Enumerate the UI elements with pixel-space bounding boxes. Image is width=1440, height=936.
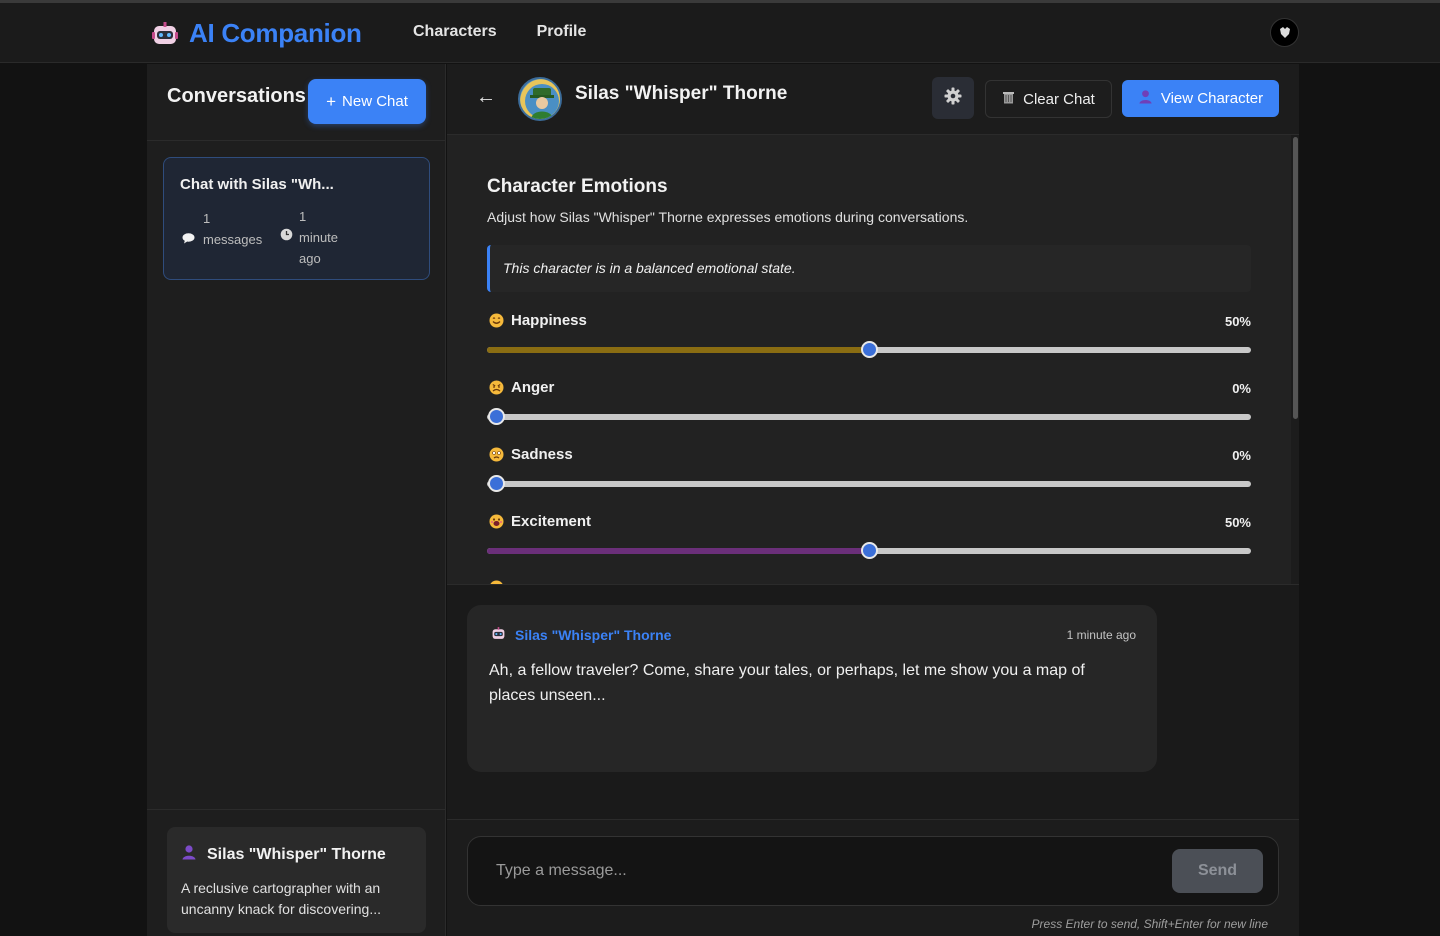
slider-fill (487, 347, 869, 353)
emotions-panel: Character Emotions Adjust how Silas "Whi… (447, 135, 1299, 585)
character-description: A reclusive cartographer with an uncanny… (181, 880, 381, 917)
message-timestamp: 1 minute ago (1066, 628, 1136, 642)
clock-icon (280, 228, 293, 269)
slider-thumb[interactable] (861, 341, 878, 358)
back-arrow-icon[interactable]: ← (476, 86, 496, 109)
composer-hint: Press Enter to send, Shift+Enter for new… (1031, 917, 1268, 931)
smile-emoji-icon (489, 313, 504, 328)
composer-box: Send (467, 836, 1279, 906)
speech-bubble-icon (182, 232, 195, 250)
emotion-name: Sadness (511, 446, 573, 463)
emotional-state-text: This character is in a balanced emotiona… (503, 260, 796, 276)
nav-profile[interactable]: Profile (537, 23, 587, 41)
emotion-label-happiness: Happiness (489, 312, 587, 329)
new-chat-button[interactable]: + New Chat (308, 79, 426, 124)
new-chat-label: New Chat (342, 93, 408, 110)
view-character-button[interactable]: View Character (1122, 80, 1279, 117)
emotion-label-anger: Anger (489, 379, 554, 396)
main-nav: Characters Profile (413, 23, 586, 41)
emotion-value: 0% (1232, 448, 1251, 463)
app-title: AI Companion (189, 18, 362, 48)
emotion-row-partial (487, 580, 1251, 584)
character-name-text: Silas "Whisper" Thorne (207, 845, 386, 863)
emotion-row-excitement: Excitement 50% (487, 513, 1251, 573)
emotional-state-note: This character is in a balanced emotiona… (487, 245, 1251, 292)
conversation-item[interactable]: Chat with Silas "Wh... 1 messages 1 minu… (163, 157, 430, 280)
emotion-row-anger: Anger 0% (487, 379, 1251, 439)
character-avatar[interactable] (518, 77, 562, 121)
message-count: 1 messages (182, 211, 269, 250)
chat-main: ← Silas "Whisper" Thorne Clear Chat View… (447, 64, 1299, 936)
avatar-icon (1279, 26, 1290, 38)
scrollbar-thumb[interactable] (1293, 137, 1298, 419)
app-header: AI Companion Characters Profile (0, 3, 1440, 63)
excited-emoji-icon (489, 514, 504, 529)
emotion-name: Excitement (511, 513, 592, 530)
emotion-name: Happiness (511, 312, 587, 329)
emotion-row-sadness: Sadness 0% (487, 446, 1251, 506)
emotion-value: 50% (1224, 515, 1251, 530)
plus-icon: + (326, 91, 337, 111)
composer: Send Press Enter to send, Shift+Enter fo… (447, 819, 1299, 936)
trash-icon (1002, 90, 1015, 108)
person-icon (1138, 89, 1153, 108)
person-icon (181, 844, 197, 865)
happiness-slider[interactable] (487, 341, 1251, 358)
nav-characters[interactable]: Characters (413, 23, 497, 41)
emotion-value: 50% (1224, 314, 1251, 329)
user-avatar[interactable] (1270, 18, 1299, 47)
robot-icon (491, 626, 506, 644)
emotion-label-excitement: Excitement (489, 513, 591, 530)
message-bubble: Silas "Whisper" Thorne 1 minute ago Ah, … (467, 605, 1157, 772)
message-count-label: messages (203, 232, 263, 247)
slider-fill (487, 548, 869, 554)
emotion-value: 0% (1232, 381, 1251, 396)
send-button[interactable]: Send (1172, 849, 1263, 893)
character-summary-card[interactable]: Silas "Whisper" Thorne A reclusive carto… (167, 827, 426, 933)
emotion-label-sadness: Sadness (489, 446, 573, 463)
chat-title: Silas "Whisper" Thorne (575, 83, 788, 104)
clear-chat-button[interactable]: Clear Chat (985, 80, 1112, 118)
emotions-title: Character Emotions (487, 176, 668, 197)
message-input[interactable] (469, 838, 1159, 904)
view-character-label: View Character (1160, 90, 1264, 107)
conversation-title: Chat with Silas "Wh... (180, 176, 334, 193)
message-count-value: 1 (203, 211, 211, 226)
sidebar-header: Conversations + New Chat (147, 64, 446, 141)
slider-thumb[interactable] (861, 542, 878, 559)
time-value: 1 (299, 209, 307, 224)
emotion-row-happiness: Happiness 50% (487, 312, 1251, 372)
time-unit: minute (299, 230, 339, 245)
message-author: Silas "Whisper" Thorne (491, 626, 671, 644)
sadness-slider[interactable] (487, 475, 1251, 492)
emotions-scrollbar[interactable] (1291, 135, 1299, 584)
sidebar-footer: Silas "Whisper" Thorne A reclusive carto… (147, 809, 446, 936)
sad-emoji-icon (489, 447, 504, 462)
chat-header: ← Silas "Whisper" Thorne Clear Chat View… (447, 64, 1299, 135)
settings-button[interactable] (932, 77, 974, 119)
emotion-label-partial (489, 580, 504, 584)
sidebar-title: Conversations (167, 85, 306, 107)
robot-icon (151, 20, 179, 48)
anger-slider[interactable] (487, 408, 1251, 425)
emotions-subtitle: Adjust how Silas "Whisper" Thorne expres… (487, 209, 969, 225)
message-author-name: Silas "Whisper" Thorne (515, 627, 672, 643)
slider-thumb[interactable] (488, 475, 505, 492)
time-suffix: ago (299, 251, 321, 266)
conversation-time: 1 minute ago (280, 206, 339, 269)
message-list: Silas "Whisper" Thorne 1 minute ago Ah, … (447, 586, 1299, 819)
conversations-sidebar: Conversations + New Chat Chat with Silas… (147, 64, 446, 936)
gear-icon (944, 87, 962, 110)
clear-chat-label: Clear Chat (1023, 90, 1095, 108)
emoji-icon (489, 580, 504, 584)
app-logo[interactable]: AI Companion (151, 18, 362, 49)
message-text: Ah, a fellow traveler? Come, share your … (489, 662, 1085, 704)
excitement-slider[interactable] (487, 542, 1251, 559)
slider-thumb[interactable] (488, 408, 505, 425)
character-summary-name: Silas "Whisper" Thorne (181, 844, 386, 865)
emotion-name: Anger (511, 379, 555, 396)
angry-emoji-icon (489, 380, 504, 395)
